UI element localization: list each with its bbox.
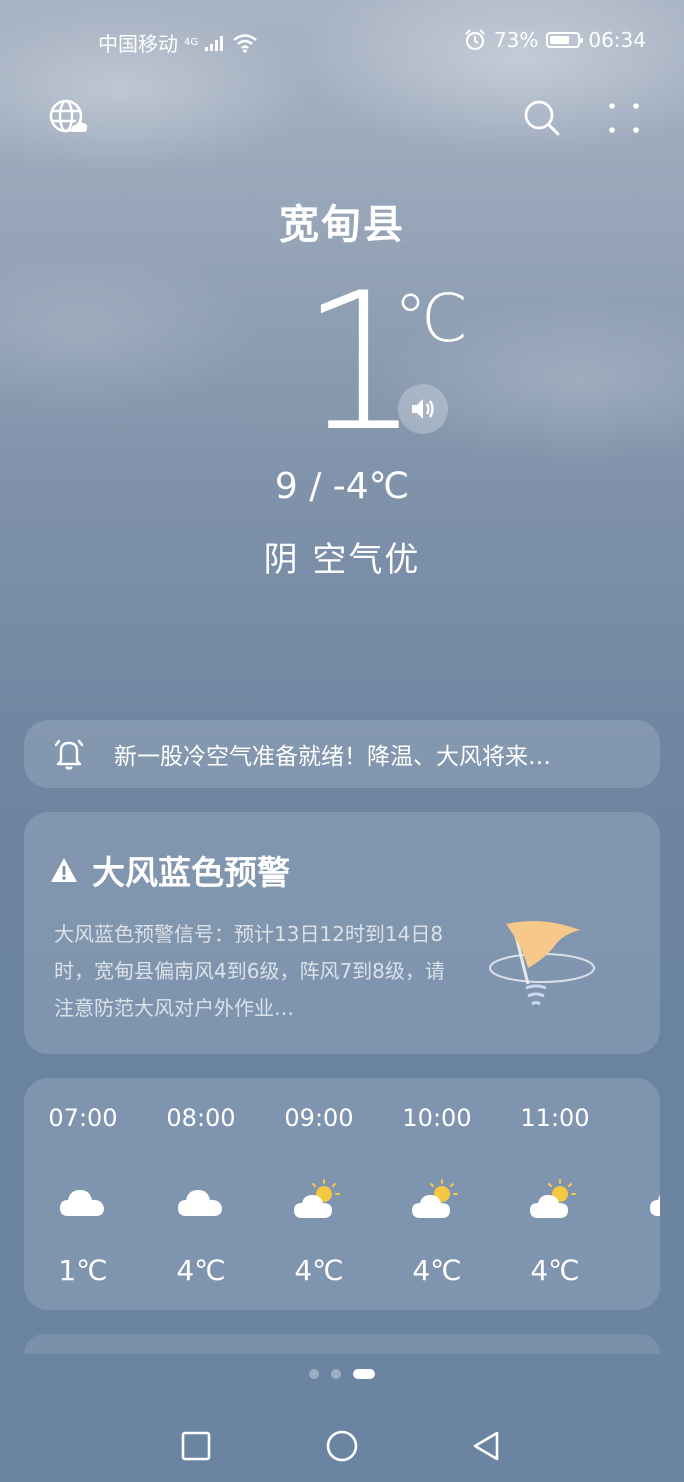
cloudy-icon	[648, 1178, 660, 1222]
carrier-label: 中国移动	[98, 32, 178, 56]
next-card-edge	[24, 1334, 660, 1354]
wifi-icon	[233, 33, 257, 53]
hour-temperature: 4℃	[530, 1254, 580, 1287]
hour-time: 10:00	[402, 1104, 472, 1132]
cloudy-icon	[58, 1178, 108, 1222]
warning-icon	[51, 858, 77, 882]
hour-temperature: 5	[614, 1254, 660, 1287]
speaker-icon	[412, 399, 434, 419]
hour-temperature: 4℃	[176, 1254, 226, 1287]
navigation-bar	[0, 1420, 684, 1470]
page-indicator	[0, 1369, 684, 1379]
weather-warning-card[interactable]: 大风蓝色预警 大风蓝色预警信号：预计13日12时到14日8时，宽甸县偏南风4到6…	[24, 812, 660, 1054]
back-button[interactable]	[466, 1426, 506, 1466]
signal-icon	[205, 35, 224, 51]
battery-icon	[546, 32, 584, 48]
city-manage-icon[interactable]	[48, 98, 88, 138]
search-icon[interactable]	[522, 98, 562, 138]
alarm-icon	[465, 29, 485, 51]
recent-apps-button[interactable]	[176, 1426, 216, 1466]
temperature-unit: ℃	[394, 280, 469, 357]
partly-sunny-icon	[294, 1178, 344, 1222]
bell-icon	[54, 739, 84, 770]
hour-time: 07:00	[48, 1104, 118, 1132]
warning-title: 大风蓝色预警	[92, 853, 290, 892]
weather-news-banner[interactable]: 新一股冷空气准备就绪！降温、大风将来…	[24, 720, 660, 788]
voice-broadcast-button[interactable]	[398, 384, 448, 434]
temperature-range: 9 / -4℃	[274, 466, 410, 507]
warning-description: 大风蓝色预警信号：预计13日12时到14日8时，宽甸县偏南风4到6级，阵风7到8…	[54, 922, 445, 1020]
hourly-forecast[interactable]: 07:00 1℃ 08:00 4℃ 09:00 4℃ 10:00 4℃ 11:00 4℃ 12 5	[24, 1078, 660, 1310]
status-bar: 中国移动 4G 73% 06:34	[0, 24, 684, 58]
hour-time: 12	[614, 1104, 660, 1132]
news-text: 新一股冷空气准备就绪！降温、大风将来…	[114, 744, 551, 770]
hour-temperature: 1℃	[58, 1254, 108, 1287]
hour-time: 11:00	[520, 1104, 590, 1132]
partly-sunny-icon	[530, 1178, 580, 1222]
page-dot	[309, 1369, 319, 1379]
warning-header: 大风蓝色预警	[50, 846, 290, 894]
network-type: 4G	[184, 37, 199, 48]
more-icon[interactable]	[604, 98, 644, 138]
partly-sunny-icon	[412, 1178, 462, 1222]
wind-flag-icon	[489, 921, 595, 1006]
cloudy-icon	[176, 1178, 226, 1222]
condition-air-quality[interactable]: 阴 空气优	[0, 532, 684, 581]
page-dot-active	[353, 1369, 375, 1379]
hour-temperature: 4℃	[294, 1254, 344, 1287]
status-left: 中国移动 4G	[98, 28, 258, 57]
hour-time: 09:00	[284, 1104, 354, 1132]
hour-time: 08:00	[166, 1104, 236, 1132]
home-button[interactable]	[322, 1426, 362, 1466]
battery-percent: 73%	[493, 28, 539, 52]
status-right: 73% 06:34	[464, 28, 646, 52]
clock: 06:34	[588, 28, 646, 52]
city-name[interactable]: 宽甸县	[0, 192, 684, 250]
hour-temperature: 4℃	[412, 1254, 462, 1287]
page-dot	[331, 1369, 341, 1379]
